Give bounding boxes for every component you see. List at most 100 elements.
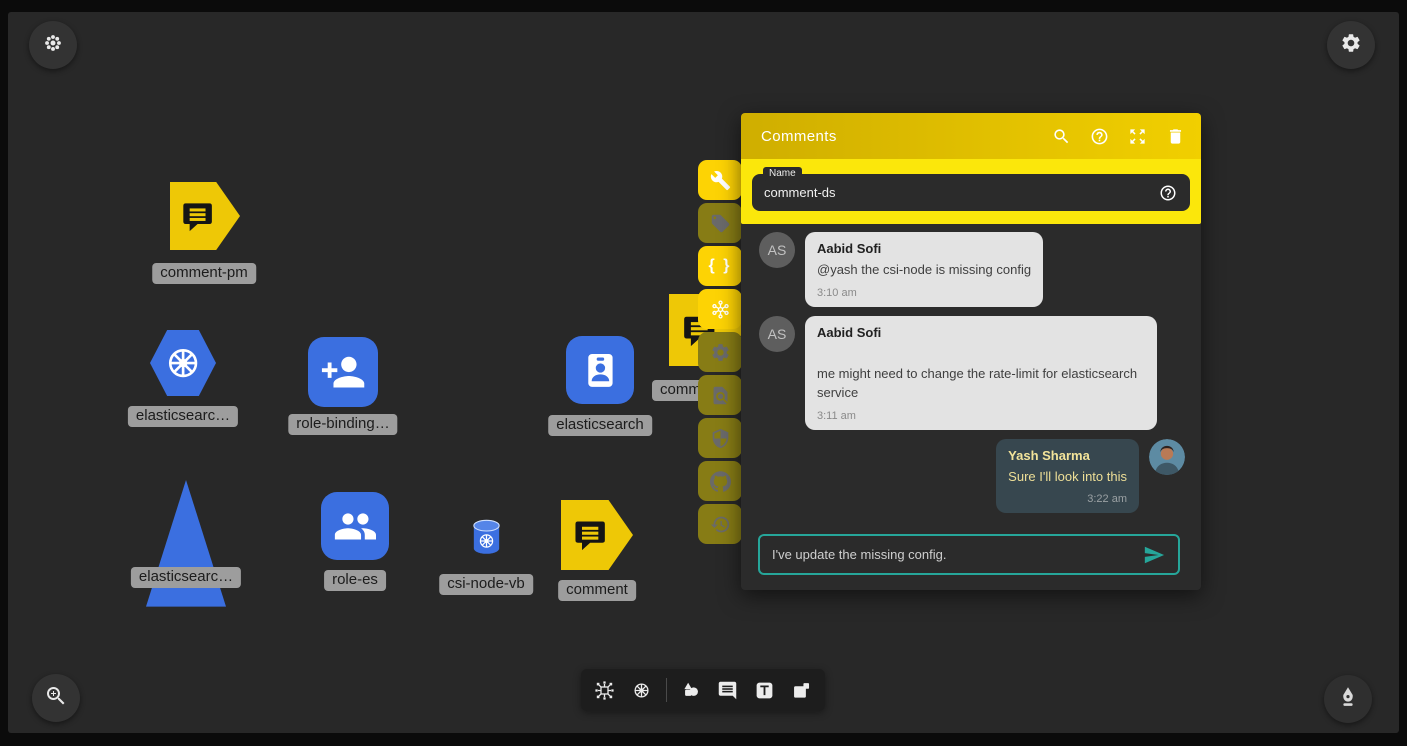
comment-bubble-icon (178, 197, 217, 235)
message-row: AS Aabid Sofi @yash the csi-node is miss… (759, 232, 1185, 307)
node-label: comment-pm (152, 263, 256, 284)
name-help-button[interactable] (1158, 183, 1178, 203)
trash-icon (1166, 127, 1185, 146)
message-list: AS Aabid Sofi @yash the csi-node is miss… (741, 224, 1201, 513)
message-bubble: Aabid Sofi @yash the csi-node is missing… (805, 232, 1043, 307)
message-row: Yash Sharma Sure I'll look into this 3:2… (759, 439, 1185, 514)
node-action-toolbar: { } (698, 160, 742, 544)
message-author: Aabid Sofi (817, 241, 1031, 256)
search-button[interactable] (1051, 126, 1071, 146)
zoom-in-button[interactable] (32, 674, 80, 722)
tag-icon (710, 213, 731, 234)
comment-tool-button[interactable] (714, 677, 740, 703)
name-input[interactable] (764, 185, 1158, 200)
comments-panel: Comments Name AS Aabid Sofi @yash the cs… (741, 113, 1201, 590)
kubernetes-wheel-icon (162, 342, 204, 384)
pen-nib-icon (1336, 685, 1360, 714)
toolbar-divider (666, 678, 667, 702)
message-author: Yash Sharma (1008, 448, 1127, 463)
help-button[interactable] (1089, 126, 1109, 146)
flower-logo-icon (42, 32, 64, 59)
node-label: elasticsearch (548, 415, 652, 436)
shapes-tool-button[interactable] (678, 677, 704, 703)
message-text: me might need to change the rate-limit f… (817, 364, 1145, 403)
node-elasticsearch-serviceaccount[interactable] (566, 336, 634, 404)
doc-search-icon (710, 385, 731, 406)
node-csi-node-vb[interactable] (470, 519, 503, 555)
message-text: Sure I'll look into this (1008, 467, 1127, 487)
panel-title: Comments (761, 128, 1051, 145)
node-label: csi-node-vb (439, 574, 533, 595)
app-menu-button[interactable] (29, 21, 77, 69)
gear-icon (710, 342, 731, 363)
comment-bubble-icon (570, 515, 610, 554)
canvas-tools-toolbar (581, 669, 825, 711)
image-tool-icon (791, 680, 812, 701)
toolbar-tag-button[interactable] (698, 203, 742, 243)
settings-button[interactable] (1327, 21, 1375, 69)
text-tool-icon (754, 680, 775, 701)
text-tool-button[interactable] (751, 677, 777, 703)
shield-icon (710, 428, 731, 449)
expand-button[interactable] (1127, 126, 1147, 146)
toolbar-github-button[interactable] (698, 461, 742, 501)
message-time: 3:22 am (1008, 493, 1127, 505)
node-role-es[interactable] (321, 492, 389, 560)
message-time: 3:11 am (817, 410, 1145, 422)
toolbar-gear-button[interactable] (698, 332, 742, 372)
send-button[interactable] (1142, 543, 1166, 567)
comment-input[interactable] (772, 547, 1142, 562)
message-bubble: Yash Sharma Sure I'll look into this 3:2… (996, 439, 1139, 514)
node-role-binding[interactable] (308, 337, 378, 407)
history-icon (710, 514, 731, 535)
avatar: AS (759, 232, 795, 268)
shapes-icon (680, 680, 701, 701)
toolbar-shield-button[interactable] (698, 418, 742, 458)
name-field-label: Name (763, 167, 802, 181)
github-icon (710, 471, 731, 492)
kubernetes-tool-button[interactable] (629, 677, 655, 703)
help-icon (1090, 127, 1109, 146)
toolbar-wrench-button[interactable] (698, 160, 742, 200)
toolbar-mesh-button[interactable] (698, 289, 742, 329)
pen-tool-button[interactable] (1324, 675, 1372, 723)
kubernetes-wheel-icon (631, 680, 652, 701)
person-add-icon (320, 349, 366, 395)
braces-icon: { } (709, 257, 732, 275)
node-label: comment (558, 580, 636, 601)
user-photo (1149, 439, 1185, 475)
message-bubble: Aabid Sofi me might need to change the r… (805, 316, 1157, 430)
node-label: role-es (324, 570, 386, 591)
node-label: elasticsearc… (131, 567, 241, 588)
expand-icon (1128, 127, 1147, 146)
toolbar-braces-button[interactable]: { } (698, 246, 742, 286)
toolbar-history-button[interactable] (698, 504, 742, 544)
people-icon (333, 504, 378, 549)
message-author: Aabid Sofi (817, 325, 1145, 340)
schematic-icon (594, 680, 615, 701)
message-text: @yash the csi-node is missing config (817, 260, 1031, 280)
node-label: role-binding… (288, 414, 397, 435)
avatar: AS (759, 316, 795, 352)
avatar-photo (1149, 439, 1185, 475)
message-row: AS Aabid Sofi me might need to change th… (759, 316, 1185, 430)
comment-tool-icon (717, 680, 738, 701)
node-label: elasticsearc… (128, 406, 238, 427)
comments-panel-header: Comments (741, 113, 1201, 159)
message-time: 3:10 am (817, 287, 1031, 299)
image-tool-button[interactable] (788, 677, 814, 703)
search-icon (1052, 127, 1071, 146)
cylinder-kubernetes-icon (470, 519, 503, 555)
name-section: Name (741, 159, 1201, 224)
zoom-in-icon (44, 684, 68, 713)
gear-icon (1340, 32, 1362, 59)
comment-input-box[interactable] (758, 534, 1180, 575)
help-icon (1159, 184, 1177, 202)
schematic-tool-button[interactable] (592, 677, 618, 703)
toolbar-doc-search-button[interactable] (698, 375, 742, 415)
mesh-icon (710, 299, 731, 320)
id-badge-icon (578, 348, 623, 393)
send-icon (1143, 544, 1165, 566)
name-field[interactable]: Name (752, 174, 1190, 211)
delete-button[interactable] (1165, 126, 1185, 146)
